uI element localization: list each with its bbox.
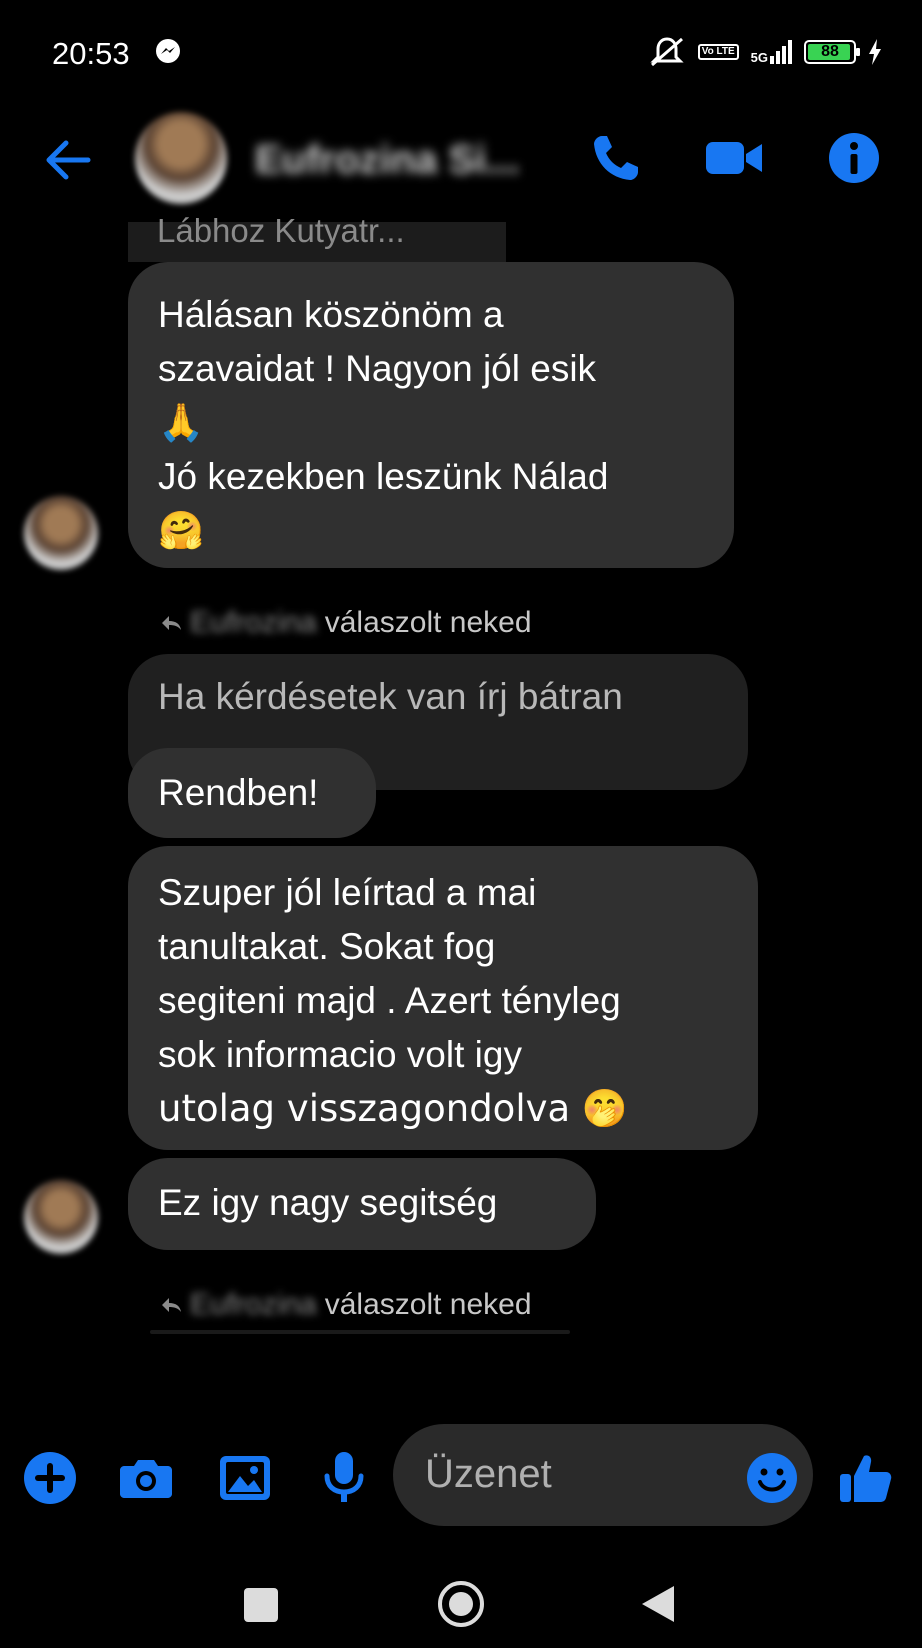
replied-name: Eufrozina bbox=[190, 606, 317, 639]
quoted-message-text: Lábhoz Kutyatr... bbox=[157, 212, 405, 249]
reply-arrow-icon bbox=[162, 1298, 181, 1312]
message-bubble[interactable]: Szuper jól leírtad a mai tanultakat. Sok… bbox=[128, 846, 758, 1150]
back-nav-button[interactable] bbox=[640, 1584, 676, 1624]
reply-quote-text: Ha kérdésetek van írj bátran bbox=[158, 676, 623, 717]
replied-text: válaszolt neked bbox=[324, 606, 532, 639]
hugging-face-emoji: 🤗 bbox=[158, 509, 205, 552]
back-arrow-icon[interactable] bbox=[40, 132, 96, 188]
message-line: Hálásan köszönöm a bbox=[158, 294, 504, 335]
contact-avatar[interactable] bbox=[135, 112, 227, 204]
message-text: Rendben! bbox=[158, 772, 319, 813]
folded-hands-emoji: 🙏 bbox=[158, 401, 205, 444]
mic-icon[interactable] bbox=[316, 1450, 372, 1506]
recent-apps-button[interactable] bbox=[244, 1588, 278, 1622]
emoji-icon[interactable] bbox=[744, 1450, 800, 1506]
plus-icon[interactable] bbox=[22, 1450, 78, 1506]
video-icon[interactable] bbox=[706, 130, 762, 186]
message-bubble[interactable]: Ez igy nagy segitség bbox=[128, 1158, 596, 1250]
replied-text: válaszolt neked bbox=[324, 1288, 532, 1321]
replied-label: Eufrozina válaszolt neked bbox=[160, 1288, 532, 1322]
message-bubble[interactable]: Rendben! bbox=[128, 748, 376, 838]
replied-label: Eufrozina válaszolt neked bbox=[160, 606, 532, 640]
status-icons: Vo LTE 5G 88 bbox=[648, 34, 882, 70]
message-line: Jó kezekben leszünk Nálad bbox=[158, 456, 609, 497]
message-line: szavaidat ! Nagyon jól esik bbox=[158, 348, 597, 389]
message-line: segiteni majd . Azert tényleg bbox=[158, 980, 621, 1021]
contact-name[interactable]: Eufrozina Si... bbox=[255, 138, 519, 183]
gallery-icon[interactable] bbox=[218, 1450, 274, 1506]
message-line: sok informacio volt igy bbox=[158, 1034, 522, 1075]
camera-icon[interactable] bbox=[118, 1450, 174, 1506]
muted-bell-icon bbox=[650, 37, 684, 67]
message-line: Szuper jól leírtad a mai bbox=[158, 872, 537, 913]
replied-name: Eufrozina bbox=[190, 1288, 317, 1321]
info-icon[interactable] bbox=[826, 130, 882, 186]
network-type: 5G bbox=[750, 50, 768, 65]
volte-icon: Vo LTE bbox=[697, 44, 739, 60]
signal-icon: 5G bbox=[751, 40, 792, 64]
avatar[interactable] bbox=[24, 496, 98, 570]
avatar[interactable] bbox=[24, 1180, 98, 1254]
partial-bubble-edge bbox=[150, 1330, 570, 1334]
message-bubble[interactable]: Hálásan köszönöm a szavaidat ! Nagyon jó… bbox=[128, 262, 734, 568]
battery-level: 88 bbox=[821, 43, 839, 60]
messenger-notification-icon bbox=[156, 39, 180, 63]
message-text: Ez igy nagy segitség bbox=[158, 1182, 498, 1223]
message-line: tanultakat. Sokat fog bbox=[158, 926, 496, 967]
message-input-placeholder: Üzenet bbox=[425, 1452, 552, 1496]
home-button[interactable] bbox=[437, 1580, 485, 1628]
charging-icon bbox=[869, 39, 881, 65]
battery-icon: 88 bbox=[804, 40, 860, 64]
like-icon[interactable] bbox=[838, 1450, 894, 1506]
phone-icon[interactable] bbox=[588, 130, 644, 186]
status-time: 20:53 bbox=[52, 36, 130, 71]
message-line: utolag visszagondolva 🤭 bbox=[158, 1087, 628, 1130]
reply-arrow-icon bbox=[162, 616, 181, 630]
